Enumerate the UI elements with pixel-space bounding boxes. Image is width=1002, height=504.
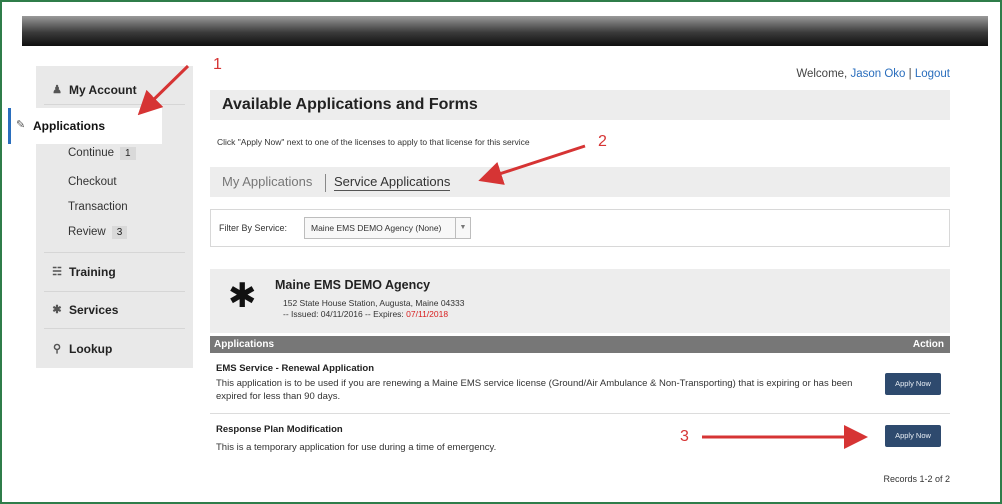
annotation-arrow-1 — [137, 64, 190, 116]
annotation-arrow-2 — [478, 144, 586, 185]
annotation-arrows — [137, 64, 868, 449]
